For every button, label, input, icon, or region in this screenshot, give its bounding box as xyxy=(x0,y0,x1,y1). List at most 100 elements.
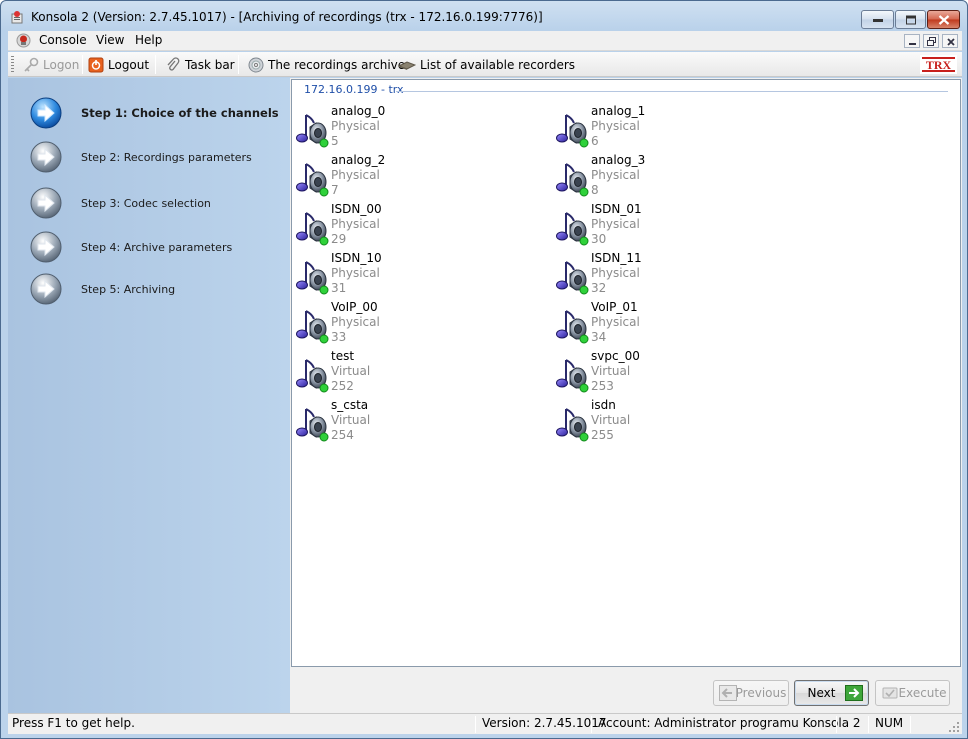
logon-button[interactable]: Logon xyxy=(23,56,79,74)
app-icon xyxy=(11,11,23,24)
channel-type: Physical xyxy=(331,217,380,231)
group-divider xyxy=(396,91,948,92)
step-3-item[interactable]: Step 3: Codec selection xyxy=(30,186,211,220)
channel-id: 253 xyxy=(591,379,614,393)
channel-item[interactable]: test Virtual 252 xyxy=(296,349,516,395)
arrow-right-icon xyxy=(845,685,863,701)
toolbar: Logon Logout Task bar The recordings arc… xyxy=(8,52,962,77)
channel-type: Virtual xyxy=(591,364,631,378)
channel-type: Virtual xyxy=(591,413,631,427)
step-1-item[interactable]: Step 1: Choice of the channels xyxy=(30,96,279,130)
audio-channel-icon xyxy=(296,407,330,443)
step-5-label: Step 5: Archiving xyxy=(81,282,176,296)
minimize-button[interactable] xyxy=(861,10,894,29)
console-app-icon xyxy=(16,33,31,48)
execute-label: Execute xyxy=(898,686,947,700)
channel-name: svpc_00 xyxy=(591,349,640,363)
channel-item[interactable]: ISDN_11 Physical 32 xyxy=(556,251,776,297)
channel-id: 30 xyxy=(591,232,607,246)
channel-name: ISDN_01 xyxy=(591,202,642,216)
channel-name: isdn xyxy=(591,398,616,412)
task-bar-button[interactable]: Task bar xyxy=(165,56,235,74)
minimize-icon xyxy=(909,43,916,45)
channel-item[interactable]: analog_0 Physical 5 xyxy=(296,104,516,150)
channel-id: 8 xyxy=(591,183,599,197)
toolbar-separator xyxy=(238,55,239,74)
channel-item[interactable]: ISDN_10 Physical 31 xyxy=(296,251,516,297)
status-divider xyxy=(868,716,869,733)
channel-list-panel: 172.16.0.199 - trx analog_0 Physical 5 a… xyxy=(291,79,961,667)
maximize-button[interactable] xyxy=(895,10,926,29)
channel-item[interactable]: ISDN_01 Physical 30 xyxy=(556,202,776,248)
channel-id: 255 xyxy=(591,428,614,442)
channel-item[interactable]: isdn Virtual 255 xyxy=(556,398,776,444)
channel-item[interactable]: analog_2 Physical 7 xyxy=(296,153,516,199)
mdi-minimize-button[interactable] xyxy=(904,34,920,48)
close-icon xyxy=(947,38,955,46)
channel-item[interactable]: svpc_00 Virtual 253 xyxy=(556,349,776,395)
step-1-label: Step 1: Choice of the channels xyxy=(81,106,279,120)
step-4-item[interactable]: Step 4: Archive parameters xyxy=(30,230,232,264)
channel-type: Physical xyxy=(331,119,380,133)
channel-id: 6 xyxy=(591,134,599,148)
menu-bar: Console View Help xyxy=(8,31,962,51)
audio-channel-icon xyxy=(296,162,330,198)
audio-channel-icon xyxy=(296,260,330,296)
logout-icon xyxy=(88,57,104,73)
channel-name: analog_3 xyxy=(591,153,646,167)
status-version: Version: 2.7.45.1017 xyxy=(482,716,607,730)
channel-name: VoIP_00 xyxy=(331,300,378,314)
recordings-archive-button[interactable]: The recordings archive xyxy=(248,56,405,74)
recordings-archive-label: The recordings archive xyxy=(268,58,406,72)
toolbar-separator xyxy=(155,55,156,74)
step-5-item[interactable]: Step 5: Archiving xyxy=(30,272,175,306)
channel-item[interactable]: VoIP_01 Physical 34 xyxy=(556,300,776,346)
execute-button[interactable]: Execute xyxy=(875,680,950,706)
minimize-icon xyxy=(872,18,883,22)
channel-id: 31 xyxy=(331,281,347,295)
task-bar-label: Task bar xyxy=(185,58,235,72)
recorder-device-icon xyxy=(398,61,416,70)
status-help-text: Press F1 to get help. xyxy=(12,716,135,730)
menu-help[interactable]: Help xyxy=(135,33,162,47)
audio-channel-icon xyxy=(296,309,330,345)
disc-icon xyxy=(248,57,264,73)
toolbar-grip[interactable] xyxy=(11,56,14,73)
channel-id: 33 xyxy=(331,330,347,344)
channel-item[interactable]: analog_3 Physical 8 xyxy=(556,153,776,199)
channel-type: Physical xyxy=(591,315,640,329)
previous-button[interactable]: Previous xyxy=(713,680,789,706)
menu-view[interactable]: View xyxy=(96,33,124,47)
channel-item[interactable]: ISDN_00 Physical 29 xyxy=(296,202,516,248)
menu-console[interactable]: Console xyxy=(39,33,87,47)
previous-label: Previous xyxy=(735,686,787,700)
logout-button[interactable]: Logout xyxy=(88,56,149,74)
next-button[interactable]: Next xyxy=(794,680,869,706)
audio-channel-icon xyxy=(556,162,590,198)
recorders-list-label: List of available recorders xyxy=(420,58,576,72)
step-2-item[interactable]: Step 2: Recordings parameters xyxy=(30,140,252,174)
resize-grip-icon[interactable] xyxy=(948,721,960,733)
mdi-restore-button[interactable] xyxy=(923,34,939,48)
channel-id: 34 xyxy=(591,330,607,344)
window-title: Konsola 2 (Version: 2.7.45.1017) - [Arch… xyxy=(31,10,543,24)
channel-id: 32 xyxy=(591,281,607,295)
maximize-icon xyxy=(905,15,916,24)
recorders-list-button[interactable]: List of available recorders xyxy=(398,56,575,74)
close-button[interactable] xyxy=(927,10,960,29)
channel-name: test xyxy=(331,349,355,363)
audio-channel-icon xyxy=(296,113,330,149)
channel-item[interactable]: s_csta Virtual 254 xyxy=(296,398,516,444)
channel-type: Physical xyxy=(591,266,640,280)
svg-text:TRX: TRX xyxy=(926,58,952,72)
mdi-close-button[interactable] xyxy=(942,34,958,48)
audio-channel-icon xyxy=(556,113,590,149)
channel-name: analog_1 xyxy=(591,104,646,118)
key-icon xyxy=(24,57,39,72)
channel-name: ISDN_00 xyxy=(331,202,382,216)
client-area: Step 1: Choice of the channels Step 2: R… xyxy=(8,78,962,713)
channel-item[interactable]: analog_1 Physical 6 xyxy=(556,104,776,150)
channel-item[interactable]: VoIP_00 Physical 33 xyxy=(296,300,516,346)
audio-channel-icon xyxy=(296,358,330,394)
channel-id: 254 xyxy=(331,428,354,442)
